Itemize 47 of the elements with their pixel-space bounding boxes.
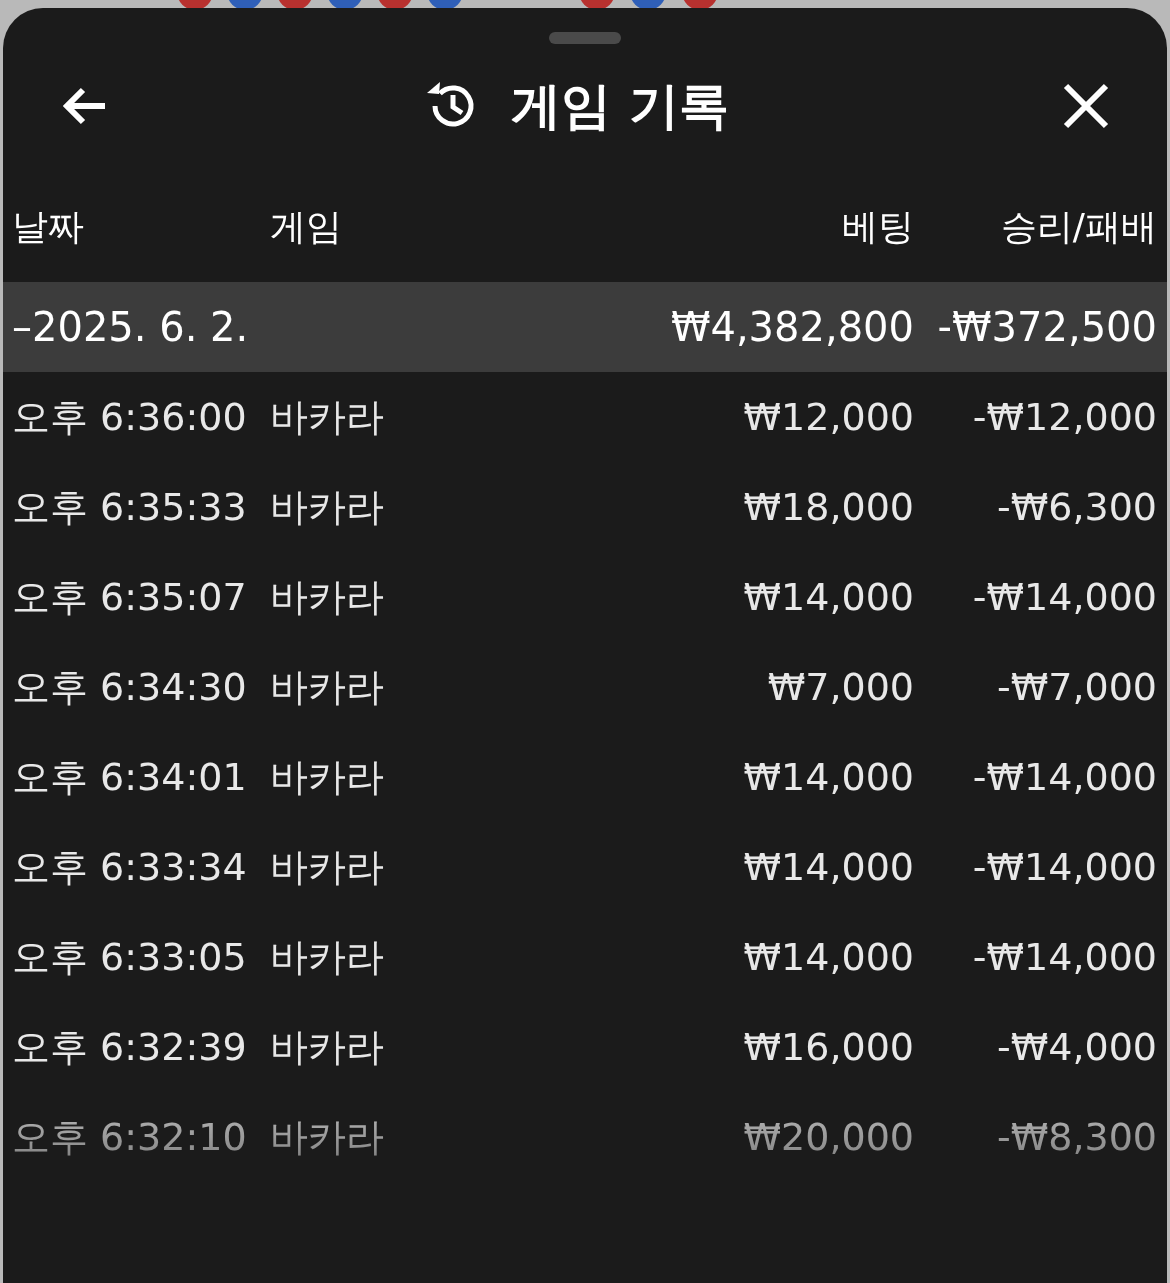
result-cell-text: -₩14,000 <box>971 935 1157 979</box>
game-cell-text: 바카라 <box>270 1023 385 1071</box>
time-cell-text: 오후 6:36:00 <box>12 393 248 441</box>
drag-handle[interactable] <box>549 32 621 44</box>
result-total-cell-text: -₩372,500 <box>936 304 1157 350</box>
result-cell-text: -₩8,300 <box>995 1115 1157 1159</box>
bet-cell-text: ₩14,000 <box>742 575 914 619</box>
sheet-title: 게임 기록 <box>511 75 729 137</box>
time-cell-text: 오후 6:35:07 <box>12 573 248 621</box>
bet-cell-text: ₩7,000 <box>766 665 914 709</box>
bet-cell-text: ₩18,000 <box>742 485 914 529</box>
time-cell-text: 오후 6:32:39 <box>12 1023 248 1071</box>
bet-cell-text: ₩16,000 <box>742 1025 914 1069</box>
result-cell-text: -₩14,000 <box>971 575 1157 619</box>
time-cell-text: 오후 6:33:34 <box>12 843 248 891</box>
game-cell-text: 바카라 <box>270 933 385 981</box>
result-cell-text: -₩12,000 <box>971 395 1157 439</box>
game-cell-text: 바카라 <box>270 843 385 891</box>
bet-cell-text: ₩14,000 <box>742 845 914 889</box>
game-cell-text: 바카라 <box>270 753 385 801</box>
result-cell-text: -₩4,000 <box>995 1025 1157 1069</box>
column-header: 베팅 <box>841 204 914 249</box>
bet-cell-text: ₩20,000 <box>742 1115 914 1159</box>
game-cell-text: 바카라 <box>270 573 385 621</box>
close-icon <box>1061 81 1111 131</box>
time-cell-text: 오후 6:34:30 <box>12 663 248 711</box>
game-cell-text: 바카라 <box>270 1113 385 1161</box>
time-cell-text: 오후 6:33:05 <box>12 933 248 981</box>
time-cell-text: 오후 6:35:33 <box>12 483 248 531</box>
column-header: 날짜 <box>12 204 85 249</box>
game-cell-text: 바카라 <box>270 393 385 441</box>
game-cell-text: 바카라 <box>270 663 385 711</box>
bet-cell-text: ₩14,000 <box>742 935 914 979</box>
close-button[interactable] <box>1061 81 1111 131</box>
game-cell-text: 바카라 <box>270 483 385 531</box>
time-cell-text: 오후 6:34:01 <box>12 753 248 801</box>
time-cell-text: 오후 6:32:10 <box>12 1113 248 1161</box>
result-cell-text: -₩6,300 <box>995 485 1157 529</box>
result-cell-text: -₩14,000 <box>971 755 1157 799</box>
result-cell-text: -₩7,000 <box>995 665 1157 709</box>
column-header: 승리/패배 <box>999 204 1157 249</box>
result-cell-text: -₩14,000 <box>971 845 1157 889</box>
bet-cell-text: ₩14,000 <box>742 755 914 799</box>
bet-total-cell-text: ₩4,382,800 <box>669 304 914 350</box>
bet-cell-text: ₩12,000 <box>742 395 914 439</box>
column-header: 게임 <box>270 204 343 249</box>
date-cell-text: –2025. 6. 2. <box>12 304 250 350</box>
